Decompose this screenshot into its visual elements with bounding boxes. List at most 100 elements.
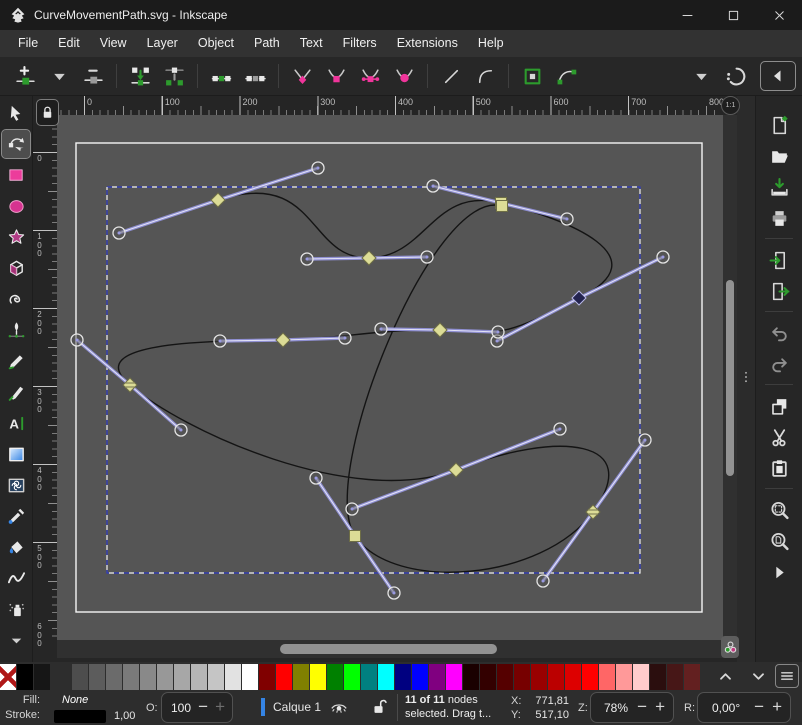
node-corner-button[interactable] bbox=[287, 61, 317, 91]
color-swatch[interactable] bbox=[327, 664, 343, 690]
bucket-tool-button[interactable] bbox=[2, 533, 30, 561]
bezier-path[interactable] bbox=[118, 193, 611, 572]
stroke-width-value[interactable]: 1,00 bbox=[114, 710, 135, 722]
path-node[interactable] bbox=[350, 531, 361, 542]
color-swatch[interactable] bbox=[463, 664, 479, 690]
mesh-tool-button[interactable] bbox=[2, 471, 30, 499]
node-symmetric-button[interactable] bbox=[355, 61, 385, 91]
color-swatch[interactable] bbox=[157, 664, 173, 690]
redo-button[interactable] bbox=[764, 351, 794, 377]
vertical-scrollbar-thumb[interactable] bbox=[726, 280, 734, 476]
color-swatch[interactable] bbox=[684, 664, 700, 690]
color-swatch[interactable] bbox=[191, 664, 207, 690]
vertical-scrollbar[interactable] bbox=[723, 115, 737, 640]
menu-layer[interactable]: Layer bbox=[137, 30, 188, 57]
color-swatch[interactable] bbox=[17, 664, 33, 690]
rotation-spinbox[interactable]: 0,00° − + bbox=[697, 692, 791, 723]
horizontal-scrollbar[interactable] bbox=[57, 640, 723, 658]
color-swatch[interactable] bbox=[429, 664, 445, 690]
color-swatch[interactable] bbox=[310, 664, 326, 690]
maximize-button[interactable] bbox=[710, 0, 756, 30]
save-button[interactable] bbox=[764, 174, 794, 200]
snap-toggle-button[interactable] bbox=[720, 61, 750, 91]
layer-lock-icon[interactable] bbox=[371, 698, 389, 718]
rotation-value[interactable]: 0,00° bbox=[712, 701, 740, 715]
color-swatch[interactable] bbox=[378, 664, 394, 690]
color-swatch[interactable] bbox=[446, 664, 462, 690]
opacity-increase-button[interactable]: + bbox=[215, 697, 225, 717]
segment-curve-button[interactable] bbox=[470, 61, 500, 91]
selector-tool-button[interactable] bbox=[2, 99, 30, 127]
join-nodes-button[interactable] bbox=[125, 61, 155, 91]
opacity-value[interactable]: 100 bbox=[171, 701, 191, 715]
color-swatch[interactable] bbox=[225, 664, 241, 690]
color-swatch[interactable] bbox=[497, 664, 513, 690]
color-swatch[interactable] bbox=[89, 664, 105, 690]
opacity-decrease-button[interactable]: − bbox=[198, 697, 208, 717]
break-nodes-button[interactable] bbox=[159, 61, 189, 91]
rotation-decrease-button[interactable]: − bbox=[754, 697, 764, 717]
segment-line-button[interactable] bbox=[436, 61, 466, 91]
zoom-selection-button[interactable] bbox=[764, 497, 794, 523]
menu-extensions[interactable]: Extensions bbox=[387, 30, 468, 57]
spiral-tool-button[interactable] bbox=[2, 285, 30, 313]
ellipse-tool-button[interactable] bbox=[2, 192, 30, 220]
menu-view[interactable]: View bbox=[90, 30, 137, 57]
node-smooth-button[interactable] bbox=[321, 61, 351, 91]
horizontal-ruler[interactable]: 0100200300400500600700800 bbox=[57, 96, 723, 115]
dropper-tool-button[interactable] bbox=[2, 502, 30, 530]
node-auto-button[interactable] bbox=[389, 61, 419, 91]
color-swatch[interactable] bbox=[395, 664, 411, 690]
color-swatch[interactable] bbox=[650, 664, 666, 690]
expand-button[interactable] bbox=[764, 559, 794, 585]
open-button[interactable] bbox=[764, 143, 794, 169]
more-tools-tool-button[interactable] bbox=[2, 626, 30, 654]
color-swatch[interactable] bbox=[72, 664, 88, 690]
color-swatch[interactable] bbox=[480, 664, 496, 690]
node-editor-tool-button[interactable] bbox=[2, 130, 30, 158]
color-swatch[interactable] bbox=[565, 664, 581, 690]
color-swatch[interactable] bbox=[667, 664, 683, 690]
close-button[interactable] bbox=[756, 0, 802, 30]
delete-node-button[interactable] bbox=[78, 61, 108, 91]
quick-zoom-button[interactable]: 1:1 bbox=[721, 96, 740, 115]
color-swatch[interactable] bbox=[140, 664, 156, 690]
color-swatch[interactable] bbox=[106, 664, 122, 690]
color-swatch[interactable] bbox=[633, 664, 649, 690]
delete-segment-button[interactable] bbox=[240, 61, 270, 91]
color-swatch[interactable] bbox=[259, 664, 275, 690]
duplicate-button[interactable] bbox=[764, 393, 794, 419]
drawing-canvas[interactable] bbox=[57, 115, 723, 640]
layer-name[interactable]: Calque 1 bbox=[273, 700, 321, 714]
zoom-decrease-button[interactable]: − bbox=[637, 697, 647, 717]
path-node[interactable] bbox=[276, 333, 290, 347]
menu-text[interactable]: Text bbox=[290, 30, 333, 57]
path-node[interactable] bbox=[211, 193, 225, 207]
color-swatch[interactable] bbox=[514, 664, 530, 690]
palette-menu-button[interactable] bbox=[775, 664, 799, 688]
object-to-path-button[interactable] bbox=[517, 61, 547, 91]
x-dropdown-button[interactable] bbox=[686, 61, 716, 91]
menu-filters[interactable]: Filters bbox=[333, 30, 387, 57]
path-node[interactable] bbox=[433, 323, 447, 337]
color-swatch[interactable] bbox=[123, 664, 139, 690]
stroke-color-swatch[interactable] bbox=[54, 710, 106, 723]
menu-object[interactable]: Object bbox=[188, 30, 244, 57]
path-node[interactable] bbox=[449, 463, 463, 477]
insert-node-button[interactable] bbox=[10, 61, 40, 91]
color-swatch[interactable] bbox=[174, 664, 190, 690]
pencil-tool-button[interactable] bbox=[2, 347, 30, 375]
zoom-increase-button[interactable]: + bbox=[655, 697, 665, 717]
color-swatch[interactable] bbox=[582, 664, 598, 690]
spray-tool-button[interactable] bbox=[2, 595, 30, 623]
collapse-panel-button[interactable] bbox=[760, 61, 796, 91]
color-swatch[interactable] bbox=[412, 664, 428, 690]
path-node[interactable] bbox=[572, 291, 586, 305]
gradient-tool-button[interactable] bbox=[2, 440, 30, 468]
color-swatch[interactable] bbox=[599, 664, 615, 690]
color-swatch[interactable] bbox=[344, 664, 360, 690]
color-swatch[interactable] bbox=[34, 664, 50, 690]
canvas-viewport[interactable] bbox=[57, 115, 723, 640]
minimize-button[interactable] bbox=[664, 0, 710, 30]
snap-controller-button[interactable] bbox=[721, 636, 739, 658]
